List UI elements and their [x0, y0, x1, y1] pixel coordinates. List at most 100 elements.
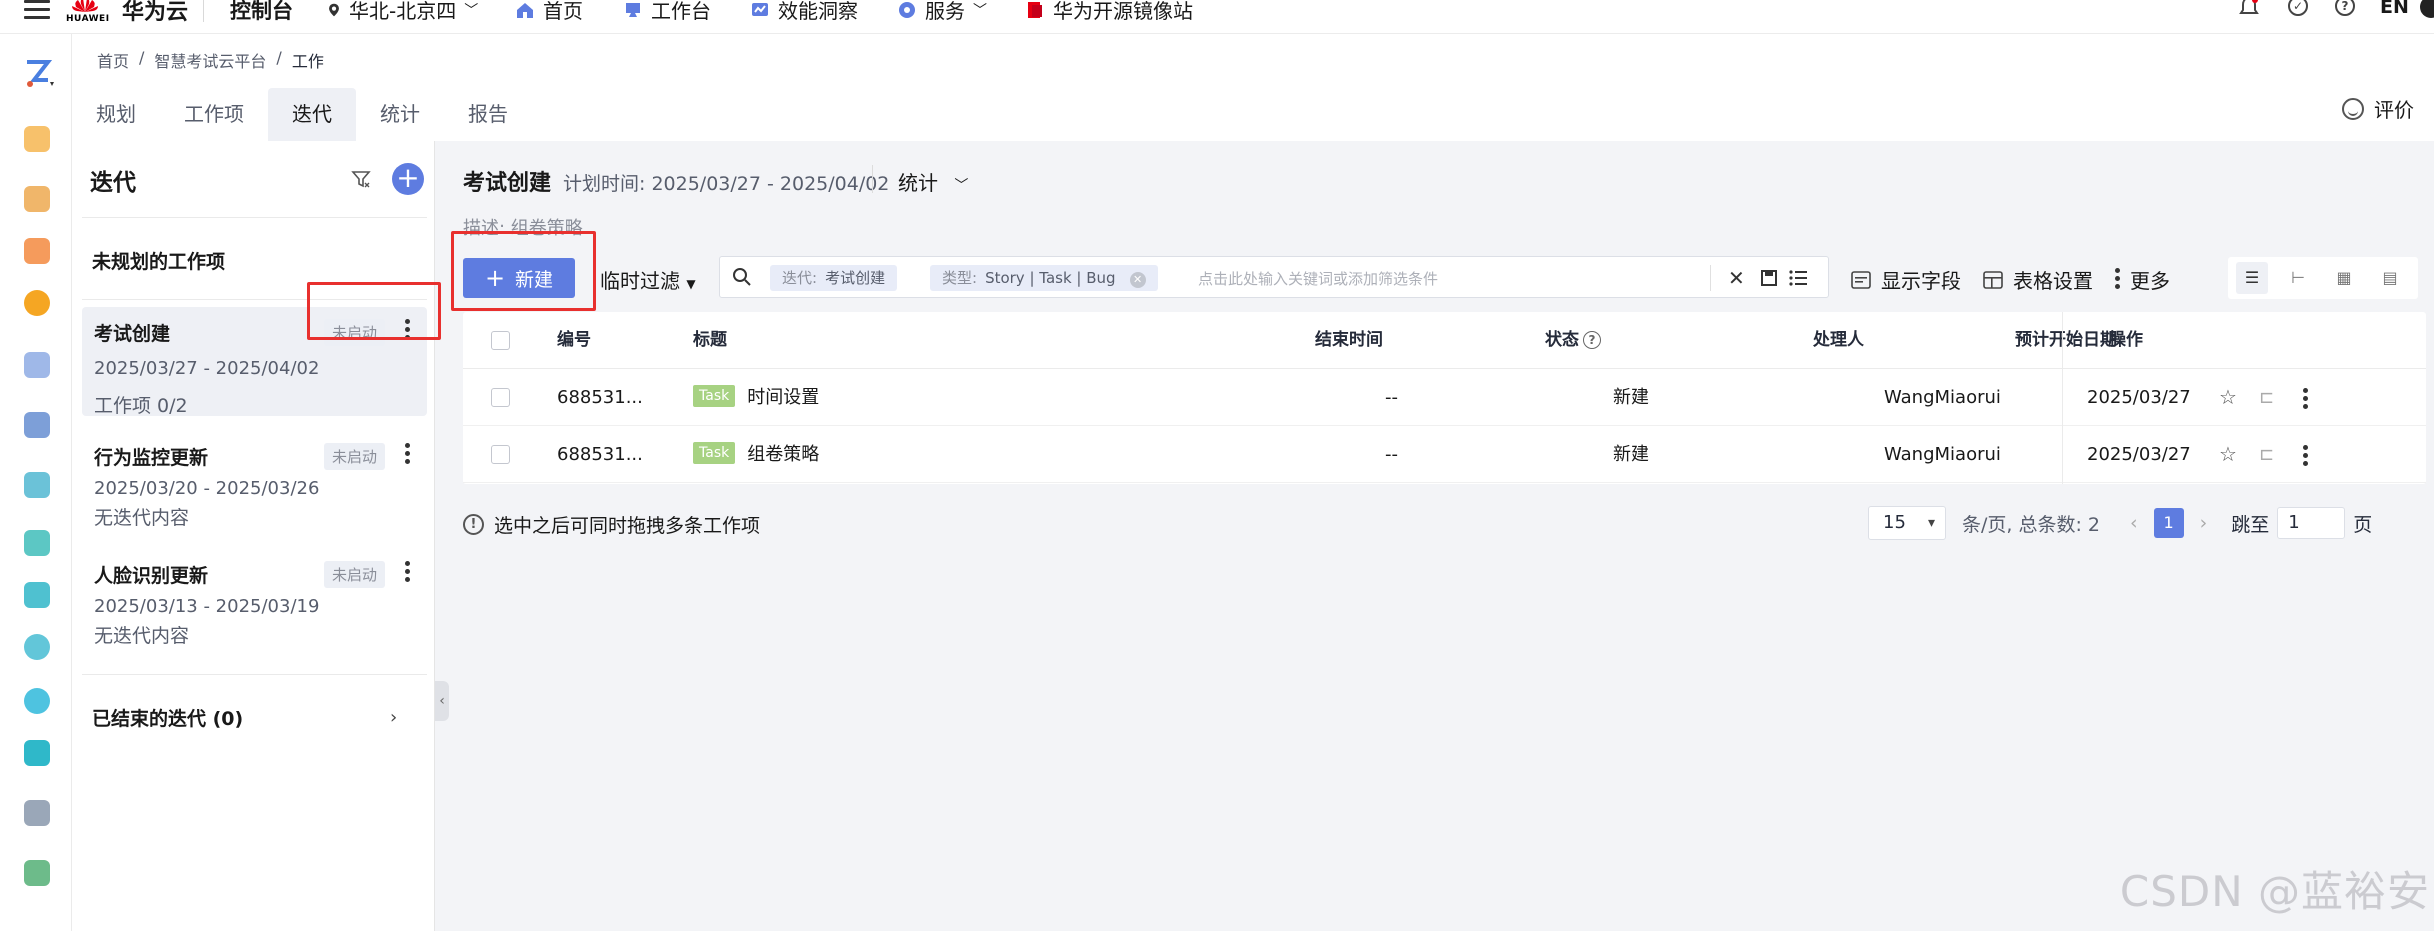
- star-icon[interactable]: ☆: [2219, 369, 2237, 426]
- deploy-icon[interactable]: [24, 472, 50, 498]
- code-repo-icon[interactable]: [24, 238, 50, 264]
- breadcrumb-home[interactable]: 首页: [97, 48, 129, 72]
- codearts-logo-icon[interactable]: [24, 58, 54, 87]
- nav-home[interactable]: 首页: [515, 0, 583, 24]
- iteration-item[interactable]: 行为监控更新 2025/03/20 - 2025/03/26 无迭代内容 未启动: [82, 431, 427, 531]
- tab-report[interactable]: 报告: [444, 88, 532, 141]
- tree-view-icon[interactable]: ⊢: [2282, 262, 2314, 294]
- table-row[interactable]: 688531... Task 时间设置 -- 新建 WangMiaorui 202…: [463, 369, 2426, 426]
- iteration-item[interactable]: 人脸识别更新 2025/03/13 - 2025/03/19 无迭代内容 未启动: [82, 549, 427, 649]
- add-iteration-button[interactable]: +: [392, 163, 424, 195]
- table-row[interactable]: 688531... Task 组卷策略 -- 新建 WangMiaorui 202…: [463, 426, 2426, 483]
- cell-title[interactable]: Task 组卷策略: [693, 426, 819, 483]
- release-icon[interactable]: [24, 634, 50, 660]
- filter-search-box[interactable]: 迭代: 考试创建 类型: Story | Task | Bug ✕ 点击此处输入关键词…: [719, 256, 1829, 298]
- todo-button[interactable]: ✓: [2288, 0, 2308, 16]
- header-status[interactable]: 状态?: [1545, 312, 1601, 369]
- cell-status[interactable]: 新建: [1613, 426, 1649, 483]
- more-icon[interactable]: [405, 443, 411, 467]
- close-icon[interactable]: ✕: [1129, 272, 1146, 288]
- artifact-icon[interactable]: [24, 412, 50, 438]
- row-checkbox[interactable]: [491, 445, 510, 464]
- prev-page-icon[interactable]: ‹: [2130, 512, 2138, 534]
- status-badge: 未启动: [323, 561, 385, 588]
- header-assignee[interactable]: 处理人: [1813, 312, 1864, 369]
- list-icon[interactable]: [1788, 269, 1808, 287]
- rate-button[interactable]: 评价: [2342, 94, 2414, 123]
- page-size-select[interactable]: 15: [1868, 506, 1946, 540]
- new-workitem-button[interactable]: + 新建: [463, 258, 575, 298]
- table-settings-button[interactable]: 表格设置: [1983, 265, 2093, 294]
- tab-iteration[interactable]: 迭代: [268, 88, 356, 141]
- unplanned-workitems[interactable]: 未规划的工作项: [92, 247, 225, 274]
- chip-key: 类型:: [942, 269, 978, 287]
- check-icon[interactable]: [24, 290, 50, 316]
- user-avatar[interactable]: [2420, 0, 2434, 18]
- filter-icon[interactable]: [351, 169, 371, 189]
- star-icon[interactable]: ☆: [2219, 426, 2237, 483]
- row-more-icon[interactable]: [2303, 445, 2308, 474]
- nav-workbench[interactable]: 工作台: [623, 0, 711, 24]
- page-number-current[interactable]: 1: [2153, 508, 2184, 538]
- status-badge: 未启动: [323, 319, 385, 346]
- clear-icon[interactable]: ✕: [1728, 266, 1745, 290]
- filter-chip-iteration[interactable]: 迭代: 考试创建: [770, 265, 898, 291]
- next-page-icon[interactable]: ›: [2200, 512, 2208, 534]
- ended-iterations[interactable]: 已结束的迭代 (0): [92, 704, 243, 731]
- language-switch[interactable]: EN: [2380, 0, 2409, 18]
- iteration-item[interactable]: 考试创建 2025/03/27 - 2025/04/02 工作项 0/2 未启动: [82, 307, 427, 417]
- monitor-icon[interactable]: [24, 688, 50, 714]
- requirement-icon[interactable]: [24, 186, 50, 212]
- watermark: CSDN @蓝裕安: [2119, 867, 2430, 916]
- cell-id[interactable]: 688531...: [557, 369, 643, 426]
- header-id[interactable]: 编号: [557, 312, 591, 369]
- row-more-icon[interactable]: [2303, 388, 2308, 417]
- nav-mirror[interactable]: 华为开源镜像站: [1025, 0, 1193, 24]
- select-all-checkbox[interactable]: [491, 331, 510, 350]
- jump-page-input[interactable]: 1: [2277, 507, 2346, 539]
- cell-id[interactable]: 688531...: [557, 426, 643, 483]
- filter-chip-type[interactable]: 类型: Story | Task | Bug ✕: [930, 265, 1158, 291]
- test-icon[interactable]: [24, 582, 50, 608]
- header-end-time[interactable]: 结束时间: [1315, 312, 1383, 369]
- network-icon[interactable]: [24, 740, 50, 766]
- cell-assignee[interactable]: WangMiaorui: [1884, 369, 2001, 426]
- cell-assignee[interactable]: WangMiaorui: [1884, 426, 2001, 483]
- cart-icon[interactable]: ⊏: [2259, 369, 2274, 426]
- region-selector[interactable]: 华北-北京四 ﹀: [327, 0, 478, 24]
- collapse-sidebar-handle[interactable]: ‹: [435, 681, 449, 721]
- help-button[interactable]: ?: [2335, 0, 2355, 16]
- card-view-icon[interactable]: ▦: [2328, 262, 2360, 294]
- save-icon[interactable]: [1760, 269, 1778, 287]
- tab-statistics[interactable]: 统计: [356, 88, 444, 141]
- header-title[interactable]: 标题: [693, 312, 727, 369]
- breadcrumb-project[interactable]: 智慧考试云平台: [154, 48, 266, 72]
- layers-icon[interactable]: [24, 860, 50, 886]
- cart-icon[interactable]: ⊏: [2259, 426, 2274, 483]
- more-icon[interactable]: [405, 561, 411, 585]
- cell-status[interactable]: 新建: [1613, 369, 1649, 426]
- chevron-right-icon[interactable]: ›: [390, 707, 397, 728]
- tab-workitems[interactable]: 工作项: [160, 88, 268, 141]
- project-icon[interactable]: [24, 126, 50, 152]
- build-icon[interactable]: [24, 352, 50, 378]
- console-link[interactable]: 控制台: [230, 0, 293, 25]
- help-icon[interactable]: ?: [1583, 331, 1601, 349]
- more-button[interactable]: 更多: [2115, 265, 2170, 294]
- list-view-icon[interactable]: ☰: [2236, 262, 2268, 294]
- menu-icon[interactable]: [24, 0, 50, 20]
- header-start-date[interactable]: 预计开始日期: [2015, 312, 2117, 369]
- nav-insight[interactable]: 效能洞察: [750, 0, 858, 24]
- pipeline-icon[interactable]: [24, 530, 50, 556]
- show-fields-button[interactable]: 显示字段: [1851, 265, 1961, 294]
- cell-title[interactable]: Task 时间设置: [693, 369, 819, 426]
- nav-service[interactable]: 服务 ﹀: [897, 0, 987, 24]
- stats-dropdown[interactable]: 统计 ﹀: [898, 167, 968, 196]
- notification-bell[interactable]: [2238, 0, 2260, 18]
- temp-filter-dropdown[interactable]: 临时过滤 ▼: [600, 265, 696, 294]
- more-icon[interactable]: [405, 319, 411, 343]
- row-checkbox[interactable]: [491, 388, 510, 407]
- package-icon[interactable]: [24, 800, 50, 826]
- board-view-icon[interactable]: ▤: [2374, 262, 2406, 294]
- tab-plan[interactable]: 规划: [72, 88, 160, 141]
